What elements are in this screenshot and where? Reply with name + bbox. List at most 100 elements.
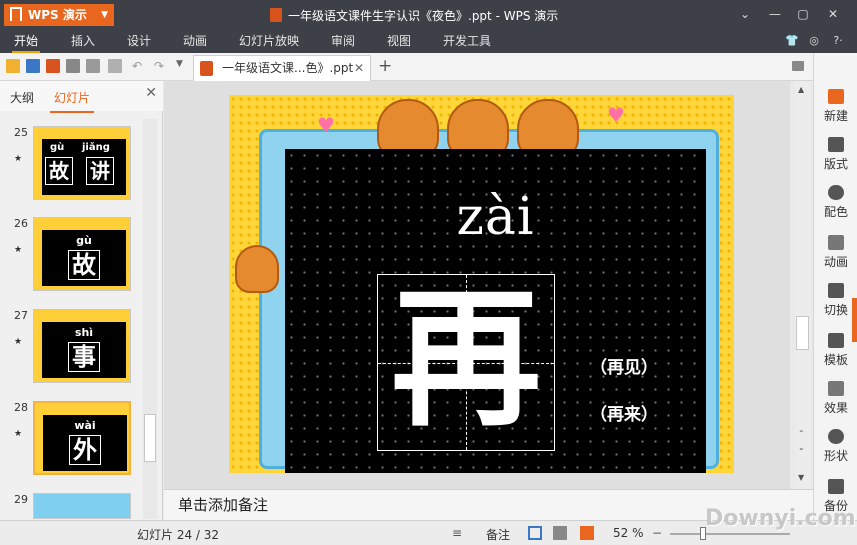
slide-number: 26 bbox=[14, 217, 28, 230]
slide-thumbnail[interactable]: shì 事 bbox=[33, 309, 131, 383]
window-options-icon[interactable] bbox=[792, 61, 804, 71]
print-preview-icon[interactable] bbox=[86, 59, 100, 73]
quick-access-toolbar: ↶ ↷ ▼ 一年级语文课...色》.ppt ✕ + bbox=[0, 53, 813, 81]
sidebar-item-layout[interactable]: 版式 bbox=[814, 137, 857, 172]
tab-animation[interactable]: 动画 bbox=[183, 30, 207, 53]
sidebar-active-indicator bbox=[852, 298, 857, 342]
print-icon[interactable] bbox=[66, 59, 80, 73]
slideshow-play-icon[interactable] bbox=[580, 526, 594, 540]
slide-pinyin[interactable]: zài bbox=[285, 187, 706, 247]
tab-developer[interactable]: 开发工具 bbox=[443, 30, 491, 53]
slide-thumbnail[interactable]: gù 故 bbox=[33, 217, 131, 291]
slide-thumbnail[interactable] bbox=[33, 493, 131, 519]
new-tab-button[interactable]: + bbox=[378, 56, 392, 76]
animation-star-icon: ★ bbox=[14, 337, 23, 347]
document-tab-label: 一年级语文课...色》.ppt bbox=[222, 61, 354, 75]
zoom-slider[interactable] bbox=[670, 527, 790, 540]
sidebar-item-color-scheme[interactable]: 配色 bbox=[814, 185, 857, 220]
previous-slide-icon[interactable]: ⌃ bbox=[798, 429, 805, 438]
tab-slides[interactable]: 幻灯片 bbox=[49, 89, 95, 113]
thumbnail-pinyin: gù bbox=[50, 142, 65, 153]
puppy-pendant-decoration bbox=[235, 245, 279, 293]
animation-star-icon: ★ bbox=[14, 245, 23, 255]
zoom-out-icon[interactable]: − bbox=[652, 526, 666, 540]
slide-sorter-icon[interactable] bbox=[553, 526, 567, 540]
cloud-sync-icon[interactable]: ◎ bbox=[806, 34, 822, 48]
thumbnail-board: gù 故 bbox=[42, 230, 126, 286]
sidebar-item-label: 形状 bbox=[823, 449, 848, 463]
slide-vertical-scrollbar[interactable]: ▲ ⌃ ⌄ ▼ bbox=[795, 81, 811, 489]
tian-zi-grid: 再 bbox=[377, 271, 555, 451]
maximize-button[interactable]: ▢ bbox=[792, 5, 814, 23]
thumbnail-board: wài 外 bbox=[43, 415, 127, 471]
sidebar-item-transition[interactable]: 切换 bbox=[814, 283, 857, 318]
sidebar-item-template[interactable]: 模板 bbox=[814, 333, 857, 368]
save-icon[interactable] bbox=[26, 59, 40, 73]
tab-view[interactable]: 视图 bbox=[387, 30, 411, 53]
help-icon[interactable]: ?· bbox=[826, 34, 850, 48]
ribbon-toggle-icon[interactable]: ⌄ bbox=[734, 5, 756, 23]
close-panel-icon[interactable]: ✕ bbox=[145, 85, 157, 101]
export-pdf-icon[interactable] bbox=[46, 59, 60, 73]
tab-home[interactable]: 开始 bbox=[11, 30, 41, 53]
tab-slideshow[interactable]: 幻灯片放映 bbox=[239, 30, 299, 53]
open-folder-icon[interactable] bbox=[6, 59, 20, 73]
sidebar-item-effects[interactable]: 效果 bbox=[814, 381, 857, 416]
template-icon bbox=[828, 333, 844, 348]
heart-decoration: ♥ bbox=[607, 103, 625, 127]
tab-design[interactable]: 设计 bbox=[127, 30, 151, 53]
customize-dropdown-icon[interactable]: ▼ bbox=[176, 59, 190, 73]
thumbnail-hanzi: 讲 bbox=[86, 157, 114, 185]
ppt-file-icon bbox=[200, 61, 213, 76]
notes-toggle-button[interactable]: 备注 bbox=[486, 526, 510, 543]
thumbnail-scrollbar[interactable] bbox=[143, 119, 157, 519]
app-menu-button[interactable]: WPS 演示 ▼ bbox=[4, 4, 114, 26]
palette-icon bbox=[828, 185, 844, 200]
close-button[interactable]: ✕ bbox=[822, 5, 844, 23]
shirt-icon[interactable]: 👕 bbox=[784, 34, 800, 48]
redo-icon[interactable]: ↷ bbox=[154, 59, 168, 73]
tab-insert[interactable]: 插入 bbox=[71, 30, 95, 53]
panel-header: 大纲 幻灯片 ✕ bbox=[0, 81, 163, 113]
scroll-down-icon[interactable]: ▼ bbox=[798, 473, 804, 482]
normal-view-icon[interactable] bbox=[528, 526, 542, 540]
scrollbar-thumb[interactable] bbox=[796, 316, 809, 350]
sidebar-item-shapes[interactable]: 形状 bbox=[814, 429, 857, 464]
thumbnail-pinyin: gù bbox=[76, 234, 92, 247]
sidebar-item-label: 新建 bbox=[823, 109, 848, 123]
tab-review[interactable]: 审阅 bbox=[331, 30, 355, 53]
thumbnail-pinyin: wài bbox=[74, 419, 96, 432]
thumbnail-board: shì 事 bbox=[42, 322, 126, 378]
slide-hanzi[interactable]: 再 bbox=[378, 269, 554, 449]
minimize-button[interactable]: — bbox=[764, 5, 786, 23]
slide-thumbnail[interactable]: gù jiǎng 故 讲 bbox=[33, 126, 131, 200]
sidebar-item-new[interactable]: 新建 bbox=[814, 89, 857, 124]
thumbnail-board: gù jiǎng 故 讲 bbox=[42, 139, 126, 195]
current-slide[interactable]: ♥ ♥ zài 再 （再见） （再来） bbox=[229, 95, 734, 473]
sidebar-item-animation[interactable]: 动画 bbox=[814, 235, 857, 270]
layout-icon bbox=[828, 137, 844, 152]
sidebar-item-label: 动画 bbox=[823, 255, 848, 269]
scrollbar-thumb[interactable] bbox=[144, 414, 156, 462]
blackboard: zài 再 （再见） （再来） bbox=[285, 149, 706, 473]
shapes-icon bbox=[828, 429, 844, 444]
zoom-level[interactable]: 52 % bbox=[613, 526, 644, 540]
slide-number: 28 bbox=[14, 401, 28, 414]
document-tab[interactable]: 一年级语文课...色》.ppt ✕ bbox=[193, 55, 371, 81]
thumbnail-pinyin: jiǎng bbox=[82, 142, 110, 153]
close-tab-icon[interactable]: ✕ bbox=[354, 56, 364, 80]
slides-panel: 大纲 幻灯片 ✕ 25 ★ gù jiǎng 故 讲 26 ★ gù 故 27 … bbox=[0, 81, 163, 520]
next-slide-icon[interactable]: ⌄ bbox=[798, 443, 805, 452]
tab-outline[interactable]: 大纲 bbox=[10, 89, 34, 106]
scroll-up-icon[interactable]: ▲ bbox=[798, 85, 804, 94]
notes-placeholder: 单击添加备注 bbox=[178, 496, 269, 514]
notes-icon[interactable]: ≡ bbox=[452, 526, 466, 540]
slide-thumbnail[interactable]: wài 外 bbox=[33, 401, 131, 475]
example-word[interactable]: （再来） bbox=[590, 400, 658, 425]
undo-icon[interactable]: ↶ bbox=[132, 59, 146, 73]
slide-counter: 幻灯片 24 / 32 bbox=[137, 528, 220, 542]
example-word[interactable]: （再见） bbox=[590, 353, 658, 378]
spellcheck-icon[interactable] bbox=[108, 59, 122, 73]
ppt-file-icon bbox=[270, 8, 282, 22]
thumbnail-hanzi: 事 bbox=[68, 342, 100, 372]
